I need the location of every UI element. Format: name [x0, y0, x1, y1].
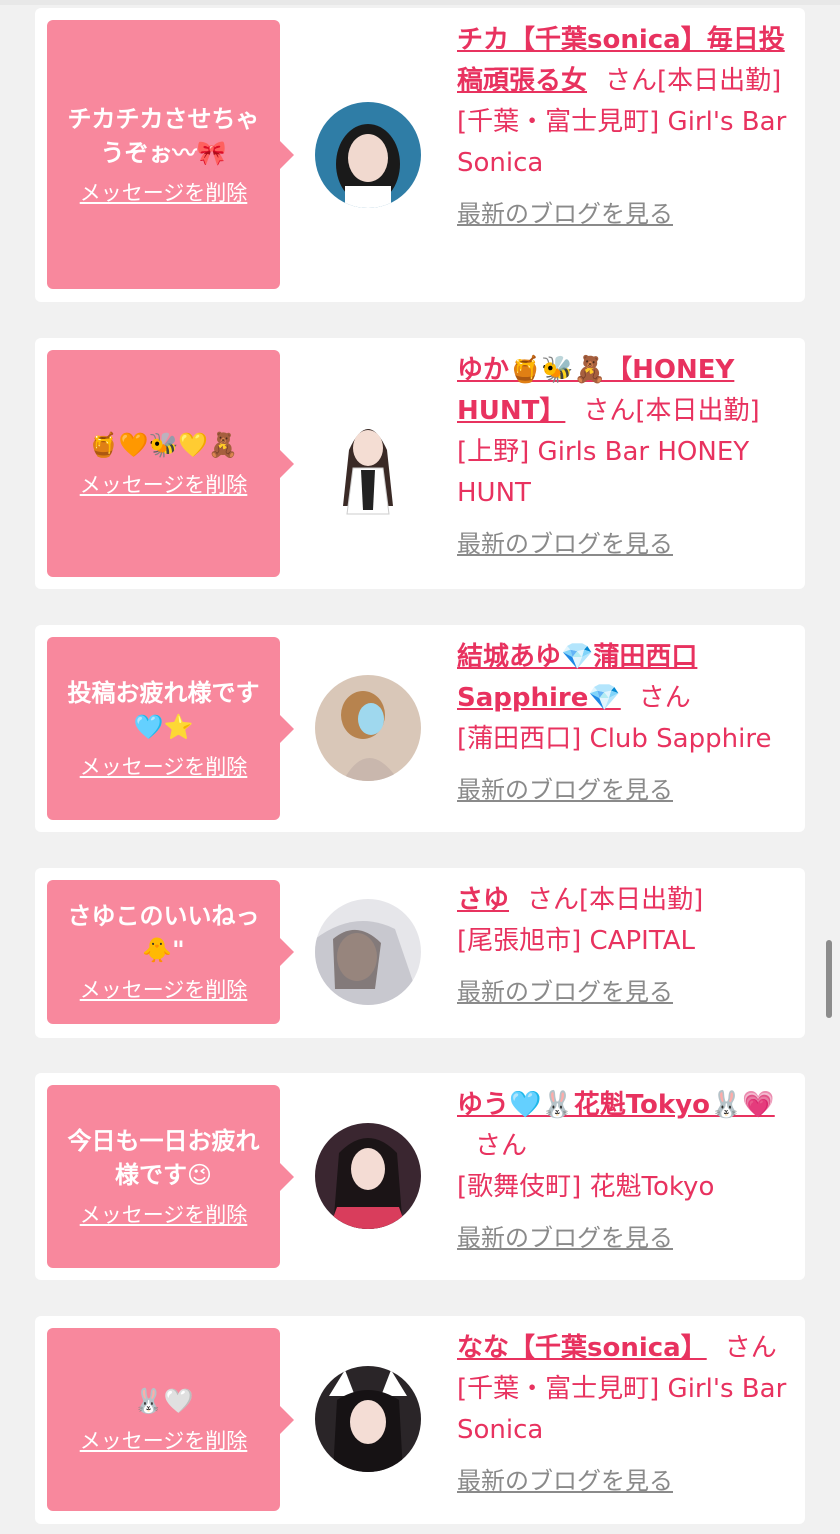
cast-info: さゆ さん[本日出勤] [尾張旭市] CAPITAL 最新のブログを見る	[457, 880, 797, 1013]
avatar[interactable]	[315, 1123, 421, 1229]
latest-blog-link[interactable]: 最新のブログを見る	[457, 1461, 673, 1502]
top-divider	[0, 0, 840, 5]
latest-blog-link[interactable]: 最新のブログを見る	[457, 524, 673, 565]
message-card: 🍯🧡🐝💛🧸 メッセージを削除 ゆか🍯🐝🧸【HONEY HUNT】 さん[本日出勤]…	[35, 338, 805, 589]
avatar[interactable]	[315, 899, 421, 1005]
avatar[interactable]	[315, 1366, 421, 1472]
message-text: 投稿お疲れ様です🩵⭐	[67, 678, 260, 741]
scrollbar[interactable]	[826, 940, 832, 1018]
delete-message-link[interactable]: メッセージを削除	[80, 1200, 248, 1230]
delete-message-link[interactable]: メッセージを削除	[80, 752, 248, 782]
message-bubble: 🐰🤍 メッセージを削除	[47, 1328, 294, 1511]
shop-name: [尾張旭市] CAPITAL	[457, 926, 695, 956]
cast-name-link[interactable]: ゆう🩵🐰花魁Tokyo🐰💗	[457, 1090, 775, 1120]
cast-info: なな【千葉sonica】 さん [千葉・富士見町] Girl's Bar Soni…	[457, 1328, 797, 1502]
message-text: 🍯🧡🐝💛🧸	[88, 430, 239, 459]
avatar[interactable]	[315, 410, 421, 516]
honorific: さん	[527, 885, 580, 915]
latest-blog-link[interactable]: 最新のブログを見る	[457, 194, 673, 235]
cast-info: 結城あゆ💎蒲田西口Sapphire💎 さん [蒲田西口] Club Sapphir…	[457, 637, 797, 811]
message-bubble: さゆこのいいねっ🐥" メッセージを削除	[47, 880, 294, 1024]
latest-blog-link[interactable]: 最新のブログを見る	[457, 770, 673, 811]
shop-name: [蒲田西口] Club Sapphire	[457, 724, 772, 754]
message-card: 今日も一日お疲れ様です😉 メッセージを削除 ゆう🩵🐰花魁Tokyo🐰💗 さん [歌…	[35, 1073, 805, 1280]
cast-name-link[interactable]: さゆ	[457, 885, 509, 915]
avatar[interactable]	[315, 102, 421, 208]
message-bubble: 投稿お疲れ様です🩵⭐ メッセージを削除	[47, 637, 294, 820]
message-text: 🐰🤍	[133, 1386, 194, 1415]
message-card: さゆこのいいねっ🐥" メッセージを削除 さゆ さん[本日出勤] [尾張旭市] CA…	[35, 868, 805, 1038]
cast-info: チカ【千葉sonica】毎日投稿頑張る女 さん[本日出勤] [千葉・富士見町] G…	[457, 20, 797, 235]
message-text: 今日も一日お疲れ様です😉	[67, 1126, 260, 1189]
delete-message-link[interactable]: メッセージを削除	[80, 1426, 248, 1456]
shop-name: [歌舞伎町] 花魁Tokyo	[457, 1172, 715, 1202]
shop-name: [千葉・富士見町] Girl's Bar Sonica	[457, 107, 787, 178]
message-bubble: 今日も一日お疲れ様です😉 メッセージを削除	[47, 1085, 294, 1268]
honorific: さん	[605, 66, 658, 96]
honorific: さん	[724, 1333, 777, 1363]
shop-name: [上野] Girls Bar HONEY HUNT	[457, 437, 750, 508]
honorific: さん	[475, 1131, 528, 1161]
honorific: さん	[638, 683, 691, 713]
message-card: チカチカさせちゃうぞぉ〰🎀 メッセージを削除 チカ【千葉sonica】毎日投稿頑…	[35, 8, 805, 302]
message-card: 投稿お疲れ様です🩵⭐ メッセージを削除 結城あゆ💎蒲田西口Sapphire💎 さん…	[35, 625, 805, 832]
status-badge: [本日出勤]	[657, 66, 782, 96]
latest-blog-link[interactable]: 最新のブログを見る	[457, 1218, 673, 1259]
delete-message-link[interactable]: メッセージを削除	[80, 470, 248, 500]
message-card: 🐰🤍 メッセージを削除 なな【千葉sonica】 さん [千葉・富士見町] Gir…	[35, 1316, 805, 1524]
status-badge: [本日出勤]	[579, 885, 704, 915]
cast-info: ゆか🍯🐝🧸【HONEY HUNT】 さん[本日出勤] [上野] Girls Bar…	[457, 350, 797, 565]
honorific: さん	[583, 396, 636, 426]
cast-info: ゆう🩵🐰花魁Tokyo🐰💗 さん [歌舞伎町] 花魁Tokyo 最新のブログを見る	[457, 1085, 797, 1259]
delete-message-link[interactable]: メッセージを削除	[80, 178, 248, 208]
delete-message-link[interactable]: メッセージを削除	[80, 975, 248, 1005]
latest-blog-link[interactable]: 最新のブログを見る	[457, 972, 673, 1013]
message-bubble: 🍯🧡🐝💛🧸 メッセージを削除	[47, 350, 294, 577]
message-text: さゆこのいいねっ🐥"	[67, 902, 260, 964]
shop-name: [千葉・富士見町] Girl's Bar Sonica	[457, 1374, 787, 1445]
message-bubble: チカチカさせちゃうぞぉ〰🎀 メッセージを削除	[47, 20, 294, 289]
status-badge: [本日出勤]	[635, 396, 760, 426]
cast-name-link[interactable]: なな【千葉sonica】	[457, 1333, 707, 1363]
message-text: チカチカさせちゃうぞぉ〰🎀	[67, 104, 260, 167]
avatar[interactable]	[315, 675, 421, 781]
